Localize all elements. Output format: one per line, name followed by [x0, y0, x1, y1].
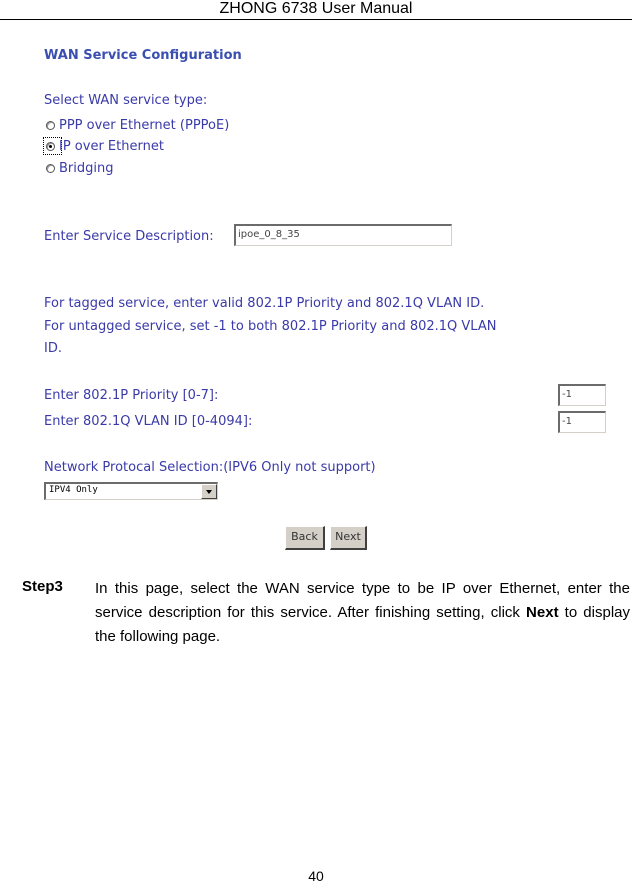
- radio-ipoe[interactable]: [46, 141, 55, 151]
- radio-label-pppoe: PPP over Ethernet (PPPoE): [59, 117, 230, 133]
- service-description-label: Enter Service Description:: [44, 229, 214, 244]
- radio-pppoe[interactable]: [46, 120, 55, 130]
- vlan-note-line2: For untagged service, set -1 to both 802…: [44, 319, 497, 334]
- protocol-select-value: IPV4 Only: [49, 485, 98, 495]
- priority-input[interactable]: -1: [558, 384, 606, 406]
- vlan-id-label: Enter 802.1Q VLAN ID [0-4094]:: [44, 414, 253, 429]
- protocol-select[interactable]: IPV4 Only: [44, 482, 218, 500]
- back-button[interactable]: Back: [285, 526, 325, 550]
- radio-label-bridging: Bridging: [59, 160, 114, 176]
- next-button[interactable]: Next: [330, 526, 367, 550]
- vlan-note-line3: ID.: [44, 341, 62, 356]
- page-number: 40: [308, 868, 324, 884]
- radio-option-ipoe[interactable]: IP over Ethernet: [46, 137, 164, 155]
- protocol-label: Network Protocal Selection:(IPV6 Only no…: [44, 460, 376, 475]
- vlan-note-line1: For tagged service, enter valid 802.1P P…: [44, 296, 485, 311]
- service-type-label: Select WAN service type:: [44, 93, 208, 108]
- radio-label-ipoe: IP over Ethernet: [59, 138, 164, 154]
- wan-service-screenshot: WAN Service Configuration Select WAN ser…: [0, 0, 632, 560]
- service-description-input[interactable]: ipoe_0_8_35: [234, 224, 452, 246]
- wan-service-title: WAN Service Configuration: [44, 48, 242, 63]
- step-description: In this page, select the WAN service typ…: [95, 577, 630, 649]
- radio-option-bridging[interactable]: Bridging: [46, 159, 113, 177]
- step-label: Step3: [22, 578, 63, 595]
- radio-bridging[interactable]: [46, 163, 55, 173]
- vlan-id-input[interactable]: -1: [558, 411, 606, 433]
- chevron-down-icon[interactable]: [201, 484, 217, 499]
- step-text-bold: Next: [526, 604, 559, 621]
- radio-option-pppoe[interactable]: PPP over Ethernet (PPPoE): [46, 116, 229, 134]
- priority-label: Enter 802.1P Priority [0-7]:: [44, 388, 219, 403]
